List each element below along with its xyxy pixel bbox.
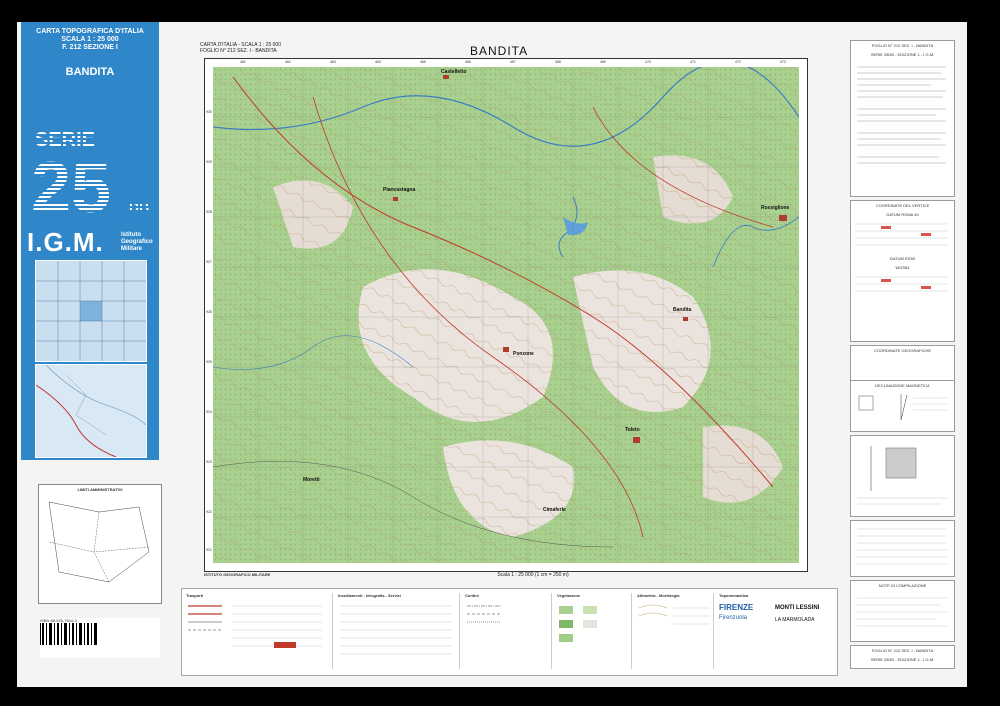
legend-border-symbols — [467, 605, 501, 623]
panel-wgs84: WGS84 — [895, 265, 910, 270]
footer-line2: SERIE 25DB - EDIZIONE 1 - I.G.M. — [870, 657, 935, 662]
right-info-column: FOGLIO N° 212 SEZ. I - BANDITA SERIE 25D… — [850, 40, 955, 670]
panel-notes: NOTE DI COMPILAZIONE — [878, 583, 927, 588]
barcode — [40, 623, 97, 645]
topographic-map: Castelletto Rossiglione Ponzone Toleto P… — [204, 58, 808, 572]
cover-line3: F. 212 SEZIONE I — [62, 44, 118, 51]
declination-diagram — [858, 394, 947, 421]
serie-number: 25 — [31, 148, 111, 220]
legend-section-toponymy: Toponomastica FIRENZE Firenzuola MONTI L… — [719, 593, 820, 623]
town-label-6: Moretti — [303, 477, 320, 483]
town-label-5: Bandita — [673, 307, 692, 313]
town-label-2: Ponzone — [513, 351, 534, 357]
admin-map-drawing — [48, 501, 150, 583]
legend-vegetation-swatches — [559, 606, 597, 642]
reference-diagram-panel — [850, 435, 955, 517]
admin-title: LIMITI AMMINISTRATIVI — [77, 487, 123, 492]
sheet-info-line2: SERIE 25DB - EDIZIONE 1 - I.G.M. — [870, 52, 935, 57]
map-title: BANDITA — [470, 44, 529, 58]
legend-section-settlements: Insediamenti - Idrografia - Servizi — [334, 593, 460, 669]
legend-section-relief: Altimetria - Morfologia — [633, 593, 714, 669]
panel-geo-coords: COORDINATE GEOGRAFICHE — [873, 348, 932, 353]
index-grid-lines — [36, 261, 146, 361]
legend-section-transport: Trasporti — [182, 593, 333, 669]
notes-lines — [857, 597, 947, 627]
admin-limits-map: LIMITI AMMINISTRATIVI — [38, 484, 162, 604]
coordinates-panel: COORDINATE DEL VERTICE DATUM ROMA 40 DAT… — [850, 200, 955, 342]
toponym-sample-2: MONTI LESSINI — [775, 605, 820, 611]
serie-25-logo: SERIE 25 DB — [31, 129, 149, 220]
coordinates-title: COORDINATE DEL VERTICE — [875, 203, 930, 208]
cover-line1: CARTA TOPOGRAFICA D'ITALIA — [36, 28, 144, 35]
scale-text: Scala 1 : 25 000 (1 cm = 250 m) — [497, 572, 569, 578]
institute-footer: ISTITUTO GEOGRAFICO MILITARE — [204, 572, 271, 577]
location-map — [35, 364, 147, 458]
panel-declination: DECLINAZIONE MAGNETICA — [875, 383, 930, 388]
info-text-lines — [857, 66, 946, 164]
toponym-sample-0: FIRENZE — [719, 603, 754, 612]
scale-bar: Scala 1 : 25 000 (1 cm = 250 m) — [478, 572, 588, 582]
panel-datum-roma: DATUM ROMA 40 — [886, 212, 919, 217]
town-label-7: Cimaferle — [543, 507, 566, 513]
sheet-name: BANDITA — [65, 66, 115, 78]
town-label-1: Rossiglione — [761, 205, 790, 211]
cover-panel: CARTA TOPOGRAFICA D'ITALIA SCALA 1 : 25 … — [21, 22, 159, 460]
town-label-4: Piancastagna — [383, 187, 416, 193]
map-header-left: CARTA D'ITALIA - SCALA 1 : 25 000 FOGLIO… — [200, 42, 281, 54]
location-map-drawing — [35, 364, 147, 458]
abbreviations-table — [857, 528, 947, 565]
legend-settlement-symbols — [340, 605, 452, 655]
sheet-index-grid — [35, 260, 147, 362]
compilation-notes-panel: NOTE DI COMPILAZIONE — [850, 580, 955, 642]
town-label-3: Toleto — [625, 427, 640, 433]
sheet-info-panel: FOGLIO N° 212 SEZ. I - BANDITA SERIE 25D… — [850, 40, 955, 197]
legend-section-vegetation: Vegetazione — [553, 593, 632, 669]
cover-line2: SCALA 1 : 25 000 — [61, 36, 119, 43]
terrain-drawing — [213, 67, 799, 563]
coord-table-2 — [855, 276, 948, 292]
serie-suffix: DB — [129, 199, 149, 215]
panel-datum-ed50: DATUM ED50 — [889, 256, 916, 261]
legend-transport-symbols — [188, 605, 322, 648]
footer-line1: FOGLIO N° 212 SEZ. I - BANDITA — [871, 648, 934, 653]
footer-panel: FOGLIO N° 212 SEZ. I - BANDITA SERIE 25D… — [850, 645, 955, 669]
toponym-sample-3: LA MARMOLADA — [775, 617, 815, 623]
map-legend: Trasporti Insediamenti - Idrografia - Se… — [181, 588, 838, 676]
toponym-sample-1: Firenzuola — [719, 615, 748, 621]
abbreviations-panel — [850, 520, 955, 577]
sheet-info-line1: FOGLIO N° 212 SEZ. I - BANDITA — [871, 43, 934, 48]
cover-title: CARTA TOPOGRAFICA D'ITALIA SCALA 1 : 25 … — [21, 28, 159, 52]
town-label-0: Castelletto — [441, 69, 467, 75]
institute-name: Istituto Geografico Militare — [121, 232, 153, 252]
declination-panel: DECLINAZIONE MAGNETICA — [850, 380, 955, 432]
reference-diagram — [857, 446, 947, 505]
igm-logo: I.G.M. — [27, 227, 104, 257]
legend-relief-symbols — [638, 604, 709, 625]
legend-section-borders: Confini — [461, 593, 552, 669]
map-body: Castelletto Rossiglione Ponzone Toleto P… — [213, 67, 799, 563]
isbn-barcode: ISBN 88-525-7604-3 — [40, 618, 160, 658]
coord-table-1 — [855, 223, 948, 246]
